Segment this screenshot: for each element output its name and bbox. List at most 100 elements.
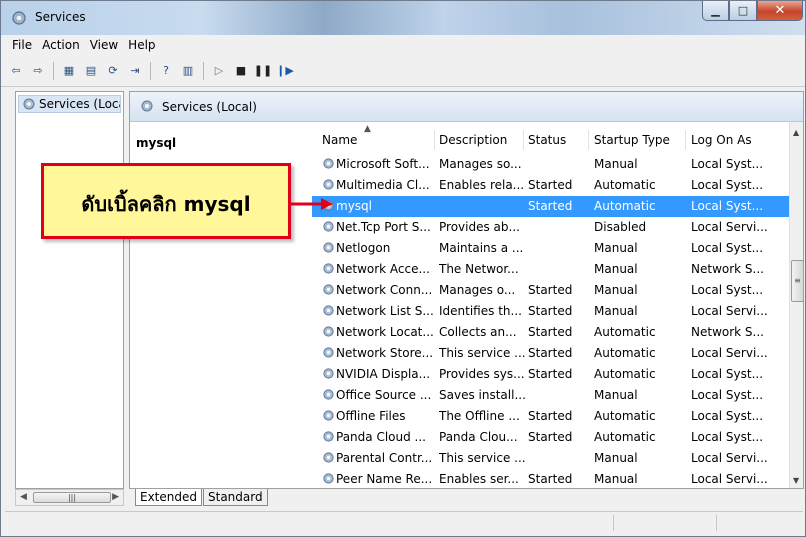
annotation-arrow-icon — [291, 198, 333, 210]
service-logon-cell: Local Servi... — [691, 220, 768, 234]
service-startup-type-cell: Automatic — [594, 325, 656, 339]
table-row[interactable]: Panda Cloud ... Panda Clou... Started Autom… — [312, 427, 789, 448]
menu-action[interactable]: Action — [37, 38, 85, 52]
table-row[interactable]: Netlogon Maintains a ... Manual Local Syst.… — [312, 238, 789, 259]
column-header-name[interactable]: Name — [322, 128, 357, 152]
tab-standard[interactable]: Standard — [203, 489, 268, 506]
service-startup-type-cell: Manual — [594, 388, 638, 402]
table-row[interactable]: Network List S... Identifies th... Started… — [312, 301, 789, 322]
scroll-left-icon[interactable]: ◀ — [20, 492, 27, 502]
service-name-cell: Microsoft Soft... — [322, 157, 437, 171]
maximize-icon: □ — [737, 4, 749, 17]
resume-icon[interactable]: ❙▶ — [276, 62, 294, 80]
table-row[interactable]: Office Source ... Saves install... Manual L… — [312, 385, 789, 406]
column-header-status[interactable]: Status — [528, 128, 566, 152]
service-gear-icon — [323, 347, 334, 358]
service-startup-type-cell: Automatic — [594, 346, 656, 360]
service-logon-cell: Local Syst... — [691, 178, 764, 192]
service-description-cell: Manages so... — [439, 157, 522, 171]
service-name-cell: Peer Name Re... — [322, 472, 437, 486]
show-hide-icon[interactable]: ▥ — [179, 62, 197, 80]
service-name-cell: mysql — [322, 199, 437, 213]
table-row[interactable]: Network Store... This service ... Started A… — [312, 343, 789, 364]
service-status-cell: Started — [528, 325, 573, 339]
back-arrow-icon[interactable]: ⇦ — [7, 62, 25, 80]
service-startup-type-cell: Manual — [594, 241, 638, 255]
service-logon-cell: Local Syst... — [691, 430, 764, 444]
scroll-thumb[interactable]: ≡ — [791, 260, 803, 302]
service-gear-icon — [23, 98, 35, 110]
table-row[interactable]: Offline Files The Offline ... Started Autom… — [312, 406, 789, 427]
scroll-thumb[interactable]: ||| — [33, 492, 111, 503]
service-status-cell: Started — [528, 472, 573, 486]
service-gear-icon — [323, 284, 334, 295]
service-name-cell: Network Acce... — [322, 262, 437, 276]
menu-help[interactable]: Help — [123, 38, 160, 52]
play-icon[interactable]: ▷ — [210, 62, 228, 80]
services-table: Name ▲ Description Status Startup Type L… — [312, 122, 803, 488]
service-status-cell: Started — [528, 409, 573, 423]
column-header-log-on-as[interactable]: Log On As — [691, 128, 752, 152]
table-row[interactable]: Network Conn... Manages o... Started Manual… — [312, 280, 789, 301]
service-gear-icon — [323, 305, 334, 316]
table-row[interactable]: Microsoft Soft... Manages so... Manual Loca… — [312, 154, 789, 175]
title-bar[interactable]: Services ▁ □ ✕ — [1, 1, 805, 35]
service-status-cell: Started — [528, 199, 573, 213]
column-divider[interactable] — [523, 130, 524, 150]
services-list-pane: Services (Local) mysql Name ▲ Descriptio… — [129, 91, 804, 489]
tree-item-services-local[interactable]: Services (Loca — [18, 95, 121, 113]
table-row[interactable]: Network Acce... The Networ... Manual Networ… — [312, 259, 789, 280]
help-icon[interactable]: ? — [157, 62, 175, 80]
service-name-text: Peer Name Re... — [336, 472, 433, 486]
column-divider[interactable] — [685, 130, 686, 150]
service-description-cell: Enables rela... — [439, 178, 525, 192]
service-logon-cell: Local Syst... — [691, 283, 764, 297]
scroll-up-icon[interactable]: ▲ — [793, 128, 799, 137]
column-divider[interactable] — [434, 130, 435, 150]
column-divider[interactable] — [588, 130, 589, 150]
tree-horizontal-scrollbar[interactable]: ◀ ||| ▶ — [15, 489, 124, 506]
service-gear-icon — [141, 100, 153, 112]
properties-icon[interactable]: ▤ — [82, 62, 100, 80]
column-header-description[interactable]: Description — [439, 128, 507, 152]
table-row[interactable]: mysql Started Automatic Local Syst... — [312, 196, 789, 217]
service-description-cell: Identifies th... — [439, 304, 522, 318]
minimize-button[interactable]: ▁ — [702, 1, 729, 21]
forward-arrow-icon[interactable]: ⇨ — [29, 62, 47, 80]
sort-ascending-icon: ▲ — [364, 124, 371, 134]
service-description-cell: Panda Clou... — [439, 430, 518, 444]
table-row[interactable]: Network Locat... Collects an... Started Aut… — [312, 322, 789, 343]
service-logon-cell: Local Syst... — [691, 241, 764, 255]
status-divider — [716, 515, 717, 531]
column-header-startup-type[interactable]: Startup Type — [594, 128, 670, 152]
maximize-button[interactable]: □ — [729, 1, 757, 21]
scroll-right-icon[interactable]: ▶ — [112, 492, 119, 502]
menu-view[interactable]: View — [85, 38, 123, 52]
refresh-icon[interactable]: ⟳ — [104, 62, 122, 80]
service-name-cell: Network Conn... — [322, 283, 437, 297]
service-name-cell: Network Locat... — [322, 325, 437, 339]
service-name-text: Network Locat... — [336, 325, 434, 339]
close-button[interactable]: ✕ — [757, 1, 803, 21]
table-row[interactable]: Parental Contr... This service ... Manual L… — [312, 448, 789, 469]
console-tree: Services (Loca — [15, 91, 124, 489]
export-icon[interactable]: ⇥ — [126, 62, 144, 80]
service-name-text: Network Conn... — [336, 283, 433, 297]
table-row[interactable]: NVIDIA Displa... Provides sys... Started Au… — [312, 364, 789, 385]
selected-service-title: mysql — [136, 136, 177, 150]
table-row[interactable]: Multimedia Cl... Enables rela... Started Au… — [312, 175, 789, 196]
service-logon-cell: Local Syst... — [691, 409, 764, 423]
pause-icon[interactable]: ❚❚ — [254, 62, 272, 80]
stop-icon[interactable]: ■ — [232, 62, 250, 80]
service-startup-type-cell: Automatic — [594, 409, 656, 423]
table-row[interactable]: Net.Tcp Port S... Provides ab... Disabled L… — [312, 217, 789, 238]
service-gear-icon — [323, 452, 334, 463]
scroll-down-icon[interactable]: ▼ — [793, 476, 799, 485]
menu-file[interactable]: File — [7, 38, 37, 52]
vertical-scrollbar[interactable]: ▲ ≡ ▼ — [789, 122, 803, 488]
service-startup-type-cell: Automatic — [594, 367, 656, 381]
table-row[interactable]: Peer Name Re... Enables ser... Started Manu… — [312, 469, 789, 488]
console-tree-icon[interactable]: ▦ — [60, 62, 78, 80]
service-name-cell: Offline Files — [322, 409, 437, 423]
tab-extended[interactable]: Extended — [135, 489, 202, 506]
